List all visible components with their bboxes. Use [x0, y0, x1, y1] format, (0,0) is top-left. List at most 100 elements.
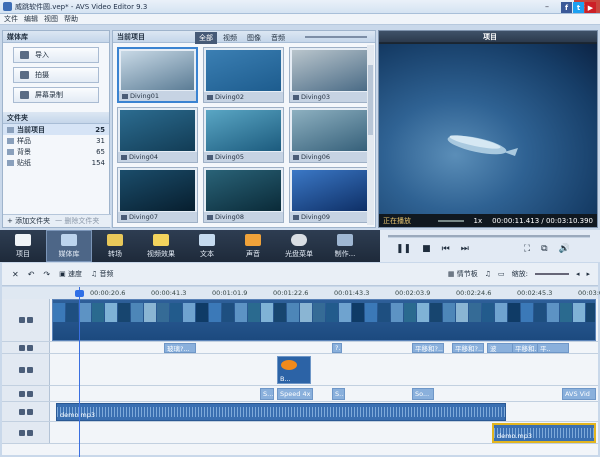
redo-icon[interactable]: ↷	[43, 270, 50, 279]
snapshot-icon[interactable]: ⧉	[541, 244, 547, 254]
audio-clip[interactable]: demo.mp3	[492, 423, 596, 443]
disc-menu-tool-button[interactable]: 光盘菜单	[276, 230, 322, 262]
media-library-tool-button[interactable]: 媒体库	[46, 230, 92, 262]
playhead[interactable]	[75, 287, 84, 457]
lock-icon[interactable]	[26, 344, 33, 351]
effect-clip[interactable]: 平移和?...	[412, 343, 444, 353]
text-clip[interactable]: S...	[260, 388, 274, 400]
zoom-slider[interactable]	[534, 273, 569, 275]
folder-item[interactable]: 当前项目 25	[3, 124, 109, 135]
add-folder-button[interactable]: + 添加文件夹	[7, 216, 50, 226]
microphone-icon[interactable]	[26, 429, 33, 436]
next-frame-icon[interactable]: ⏭	[461, 244, 469, 254]
pause-icon[interactable]: ❚❚	[396, 244, 411, 254]
clip-frame	[79, 303, 91, 322]
lock-icon[interactable]	[26, 366, 33, 373]
storyboard-label: 情节板	[456, 270, 478, 278]
monitor-icon[interactable]: ▭	[498, 270, 505, 278]
media-thumbnail[interactable]: Diving09	[289, 167, 370, 223]
tab-audio[interactable]: 音频	[267, 32, 289, 44]
twitter-icon[interactable]: t	[573, 2, 584, 13]
menu-edit[interactable]: 编辑	[24, 14, 38, 24]
media-thumbnail[interactable]: Diving04	[117, 107, 198, 163]
text-clip[interactable]: S...	[332, 388, 345, 400]
fullscreen-icon[interactable]: ⛶	[524, 244, 530, 254]
clip-frame	[118, 303, 130, 322]
folder-item[interactable]: 样品 31	[3, 135, 109, 146]
media-thumbnail[interactable]: Diving07	[117, 167, 198, 223]
tool-label: 视频效果	[147, 249, 175, 258]
text-tool-button[interactable]: 文本	[184, 230, 230, 262]
media-thumbnail[interactable]: Diving03	[289, 47, 370, 103]
folder-item[interactable]: 贴纸 154	[3, 157, 109, 168]
effect-clip[interactable]: 玻璃?...	[164, 343, 196, 353]
playhead-handle[interactable]	[75, 290, 84, 297]
speed-label: 速度	[67, 270, 82, 278]
video-clip-strip[interactable]	[52, 299, 596, 341]
zoom-in-icon[interactable]: ▸	[586, 270, 590, 278]
media-thumbnail[interactable]: Diving01	[117, 47, 198, 103]
media-thumbnail[interactable]: Diving02	[203, 47, 284, 103]
undo-icon[interactable]: ↶	[28, 270, 35, 279]
effect-clip[interactable]: ?.	[332, 343, 342, 353]
media-thumbnail[interactable]: Diving08	[203, 167, 284, 223]
audio-track-1: demo.mp3	[2, 402, 598, 422]
menu-file[interactable]: 文件	[4, 14, 18, 24]
storyboard-button[interactable]: ▦ 情节板	[448, 269, 478, 279]
effect-clip[interactable]: 平移和?...	[452, 343, 484, 353]
undo-delete-icon[interactable]: ✕	[12, 270, 19, 279]
timeline-ruler[interactable]: 00:00:20.6 00:00:41.3 00:01:01.9 00:01:22.6…	[2, 287, 600, 299]
tab-all[interactable]: 全部	[195, 32, 217, 44]
effect-clip[interactable]: 平..	[537, 343, 569, 353]
prev-frame-icon[interactable]: ⏮	[442, 244, 450, 254]
menu-bar: 文件 编辑 视图 帮助 f t ▶	[0, 2, 600, 25]
library-footer: + 添加文件夹 一 删除文件夹	[3, 214, 111, 227]
thumb-size-slider[interactable]	[305, 36, 367, 38]
menu-view[interactable]: 视图	[44, 14, 58, 24]
youtube-icon[interactable]: ▶	[585, 2, 596, 13]
stop-icon[interactable]: ■	[422, 244, 431, 254]
eye-icon[interactable]	[18, 366, 25, 373]
eye-icon[interactable]	[18, 390, 25, 397]
project-scrollbar[interactable]	[367, 45, 374, 225]
volume-icon[interactable]: 🔊	[559, 244, 570, 254]
audio-button[interactable]: ♫ 音频	[91, 269, 114, 279]
import-button[interactable]: 导入	[13, 47, 99, 63]
minimize-button[interactable]: –	[538, 0, 556, 13]
capture-button[interactable]: 拍摄	[13, 67, 99, 83]
text-clip[interactable]: Speed 4x	[277, 388, 313, 400]
film-icon[interactable]	[18, 317, 25, 323]
eye-icon[interactable]	[18, 344, 25, 351]
produce-tool-button[interactable]: 制作...	[322, 230, 368, 262]
project-tool-button[interactable]: 项目	[0, 230, 46, 262]
clip-frame	[508, 303, 520, 322]
scroll-thumb[interactable]	[368, 65, 373, 135]
zoom-out-icon[interactable]: ◂	[576, 270, 580, 278]
facebook-icon[interactable]: f	[561, 2, 572, 13]
audio-mix-icon[interactable]: ♫	[485, 270, 491, 278]
text-clip[interactable]: AVS Vid	[562, 388, 596, 400]
music-icon[interactable]	[26, 408, 33, 415]
tab-image[interactable]: 图像	[243, 32, 265, 44]
overlay-clip[interactable]: B...	[277, 356, 311, 384]
audio-tool-button[interactable]: 声音	[230, 230, 276, 262]
text-icon[interactable]	[26, 390, 33, 397]
seek-bar[interactable]	[388, 235, 590, 238]
eye-icon[interactable]	[18, 408, 25, 415]
speed-button[interactable]: ▣ 速度	[59, 269, 82, 279]
folder-item[interactable]: 背景 65	[3, 146, 109, 157]
text-clip[interactable]: So...	[412, 388, 434, 400]
audio-clip[interactable]: demo.mp3	[56, 403, 506, 421]
media-thumbnail[interactable]: Diving06	[289, 107, 370, 163]
transitions-tool-button[interactable]: 转场	[92, 230, 138, 262]
eye-icon[interactable]	[18, 429, 25, 436]
delete-folder-button[interactable]: 一 删除文件夹	[55, 216, 99, 226]
tab-video[interactable]: 视频	[219, 32, 241, 44]
dolphin-image	[447, 135, 518, 156]
menu-help[interactable]: 帮助	[64, 14, 78, 24]
screen-record-button[interactable]: 屏幕录制	[13, 87, 99, 103]
speed-slider[interactable]	[437, 219, 464, 222]
video-effects-tool-button[interactable]: 视频效果	[138, 230, 184, 262]
media-thumbnail[interactable]: Diving05	[203, 107, 284, 163]
lock-icon[interactable]	[26, 317, 33, 323]
